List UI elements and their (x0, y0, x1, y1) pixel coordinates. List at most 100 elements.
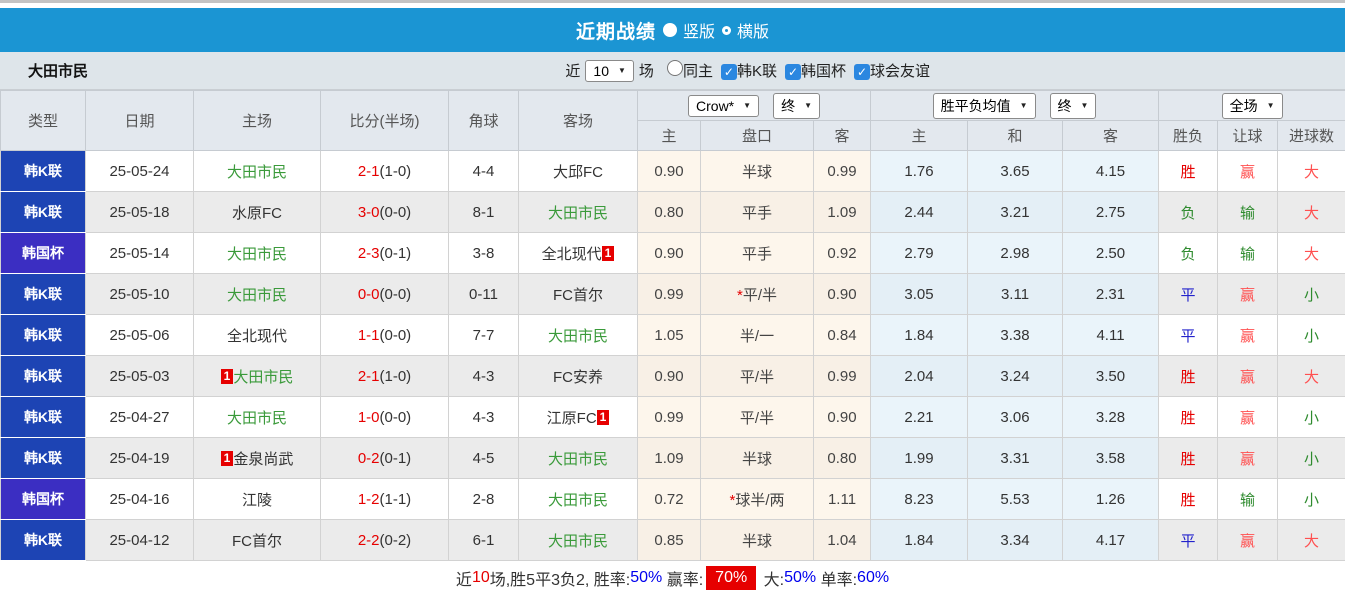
fulltime-score: 0-0 (358, 286, 380, 303)
team-name[interactable]: 大田市民 (227, 287, 287, 304)
team-name[interactable]: 大田市民 (227, 410, 287, 427)
score-cell: 1-2(1-1) (321, 479, 449, 520)
red-card-badge: 1 (221, 369, 234, 384)
filter-controls: 近 10 ▼ 场 同主✓韩K联✓韩国杯✓球会友谊 (565, 60, 930, 82)
checkbox-checked-icon[interactable]: ✓ (785, 64, 801, 80)
euro-draw-odds-cell: 3.21 (968, 192, 1063, 233)
match-row: 韩K联25-05-10大田市民0-0(0-0)0-11FC首尔0.99*平/半0… (1, 274, 1345, 315)
handicap-cell: 平手 (701, 233, 814, 274)
asia-away-odds-cell: 1.11 (814, 479, 871, 520)
halftime-score: (1-0) (380, 368, 412, 385)
asia-home-odds-cell: 0.90 (638, 151, 701, 192)
checkbox-unchecked-icon[interactable] (667, 60, 683, 76)
summary-segment: 赢率: (662, 566, 703, 590)
checkbox-checked-icon[interactable]: ✓ (854, 64, 870, 80)
team-name[interactable]: FC安养 (553, 369, 603, 386)
away-team-cell: 江原FC1 (519, 397, 638, 438)
team-name[interactable]: 水原FC (232, 205, 282, 222)
score-cell: 3-0(0-0) (321, 192, 449, 233)
away-team-cell: 全北现代1 (519, 233, 638, 274)
outcome-cell: 胜 (1159, 356, 1218, 397)
win-rate-highlight: 70% (706, 566, 756, 590)
near-label: 近 (565, 60, 580, 81)
team-name[interactable]: 大田市民 (548, 205, 608, 222)
corner-cell: 7-7 (449, 315, 519, 356)
team-name[interactable]: 江陵 (242, 492, 272, 509)
europe-odds-header-band: 胜平负均值 ▼ 终 ▼ (871, 91, 1159, 121)
summary-segment: 60% (857, 569, 889, 587)
handicap-result-cell: 赢 (1218, 151, 1278, 192)
competition-checkbox-label[interactable]: 同主 (683, 63, 713, 80)
away-team-cell: 大田市民 (519, 479, 638, 520)
league-type-cell: 韩K联 (1, 397, 86, 438)
bookmaker-select[interactable]: Crow* ▼ (688, 95, 759, 117)
team-name[interactable]: FC首尔 (232, 533, 282, 550)
europe-odds-select[interactable]: 胜平负均值 ▼ (933, 93, 1036, 119)
team-name[interactable]: 全北现代 (227, 328, 287, 345)
match-date-cell: 25-05-06 (86, 315, 194, 356)
home-team-cell: 全北现代 (194, 315, 321, 356)
layout-radio-horizontal[interactable]: 横版 (722, 18, 769, 42)
asia-home-odds-cell: 0.72 (638, 479, 701, 520)
team-name[interactable]: 江原FC (547, 410, 597, 427)
team-name[interactable]: FC首尔 (553, 287, 603, 304)
team-name[interactable]: 大田市民 (548, 533, 608, 550)
games-label: 场 (639, 60, 654, 81)
corner-cell: 4-3 (449, 356, 519, 397)
handicap-text: 半球 (742, 451, 772, 468)
team-name[interactable]: 大田市民 (548, 451, 608, 468)
match-row: 韩K联25-05-06全北现代1-1(0-0)7-7大田市民1.05半/一0.8… (1, 315, 1345, 356)
corner-cell: 0-11 (449, 274, 519, 315)
subcol-asia-away: 客 (814, 121, 871, 151)
euro-away-odds-cell: 3.28 (1063, 397, 1159, 438)
asia-away-odds-cell: 1.04 (814, 520, 871, 561)
halftime-score: (1-1) (380, 491, 412, 508)
team-name[interactable]: 大田市民 (227, 164, 287, 181)
competition-checkbox-label[interactable]: 球会友谊 (870, 63, 930, 80)
euro-home-odds-cell: 8.23 (871, 479, 968, 520)
handicap-cell: *球半/两 (701, 479, 814, 520)
score-cell: 0-2(0-1) (321, 438, 449, 479)
team-name[interactable]: 大田市民 (227, 246, 287, 263)
euro-draw-odds-cell: 5.53 (968, 479, 1063, 520)
match-row: 韩K联25-05-18水原FC3-0(0-0)8-1大田市民0.80平手1.09… (1, 192, 1345, 233)
corner-cell: 4-3 (449, 397, 519, 438)
asia-stage-select[interactable]: 终 ▼ (773, 93, 820, 119)
team-name[interactable]: 金泉尚武 (233, 451, 293, 468)
team-name[interactable]: 全北现代 (542, 246, 602, 263)
team-name[interactable]: 大田市民 (548, 492, 608, 509)
scope-select[interactable]: 全场 ▼ (1222, 93, 1283, 119)
red-card-badge: 1 (602, 246, 615, 261)
euro-home-odds-cell: 1.84 (871, 520, 968, 561)
horizontal-layout-label[interactable]: 横版 (737, 18, 769, 42)
team-name[interactable]: 大田市民 (233, 369, 293, 386)
match-date-cell: 25-05-10 (86, 274, 194, 315)
match-date-cell: 25-04-27 (86, 397, 194, 438)
match-count-select[interactable]: 10 ▼ (585, 60, 634, 82)
league-type-cell: 韩K联 (1, 356, 86, 397)
handicap-result-cell: 输 (1218, 233, 1278, 274)
halftime-score: (0-2) (380, 532, 412, 549)
corner-cell: 4-5 (449, 438, 519, 479)
layout-radio-vertical[interactable]: 竖版 (663, 18, 715, 42)
vertical-layout-label[interactable]: 竖版 (683, 18, 715, 42)
europe-stage-select[interactable]: 终 ▼ (1050, 93, 1097, 119)
euro-away-odds-cell: 2.50 (1063, 233, 1159, 274)
score-cell: 2-3(0-1) (321, 233, 449, 274)
team-name[interactable]: 大田市民 (548, 328, 608, 345)
radio-unselected-icon[interactable] (722, 26, 731, 35)
euro-home-odds-cell: 3.05 (871, 274, 968, 315)
competition-checkbox-label[interactable]: 韩K联 (737, 63, 777, 80)
team-name[interactable]: 大邱FC (553, 164, 603, 181)
asia-home-odds-cell: 0.90 (638, 233, 701, 274)
scope-select-value: 全场 (1230, 96, 1258, 116)
summary-segment: 10 (472, 569, 490, 587)
checkbox-checked-icon[interactable]: ✓ (721, 64, 737, 80)
euro-home-odds-cell: 1.76 (871, 151, 968, 192)
radio-selected-icon[interactable] (663, 23, 677, 37)
asia-home-odds-cell: 0.80 (638, 192, 701, 233)
handicap-text: 半/一 (740, 328, 774, 345)
fulltime-score: 0-2 (358, 450, 380, 467)
competition-checkbox-label[interactable]: 韩国杯 (801, 63, 846, 80)
asia-away-odds-cell: 0.80 (814, 438, 871, 479)
